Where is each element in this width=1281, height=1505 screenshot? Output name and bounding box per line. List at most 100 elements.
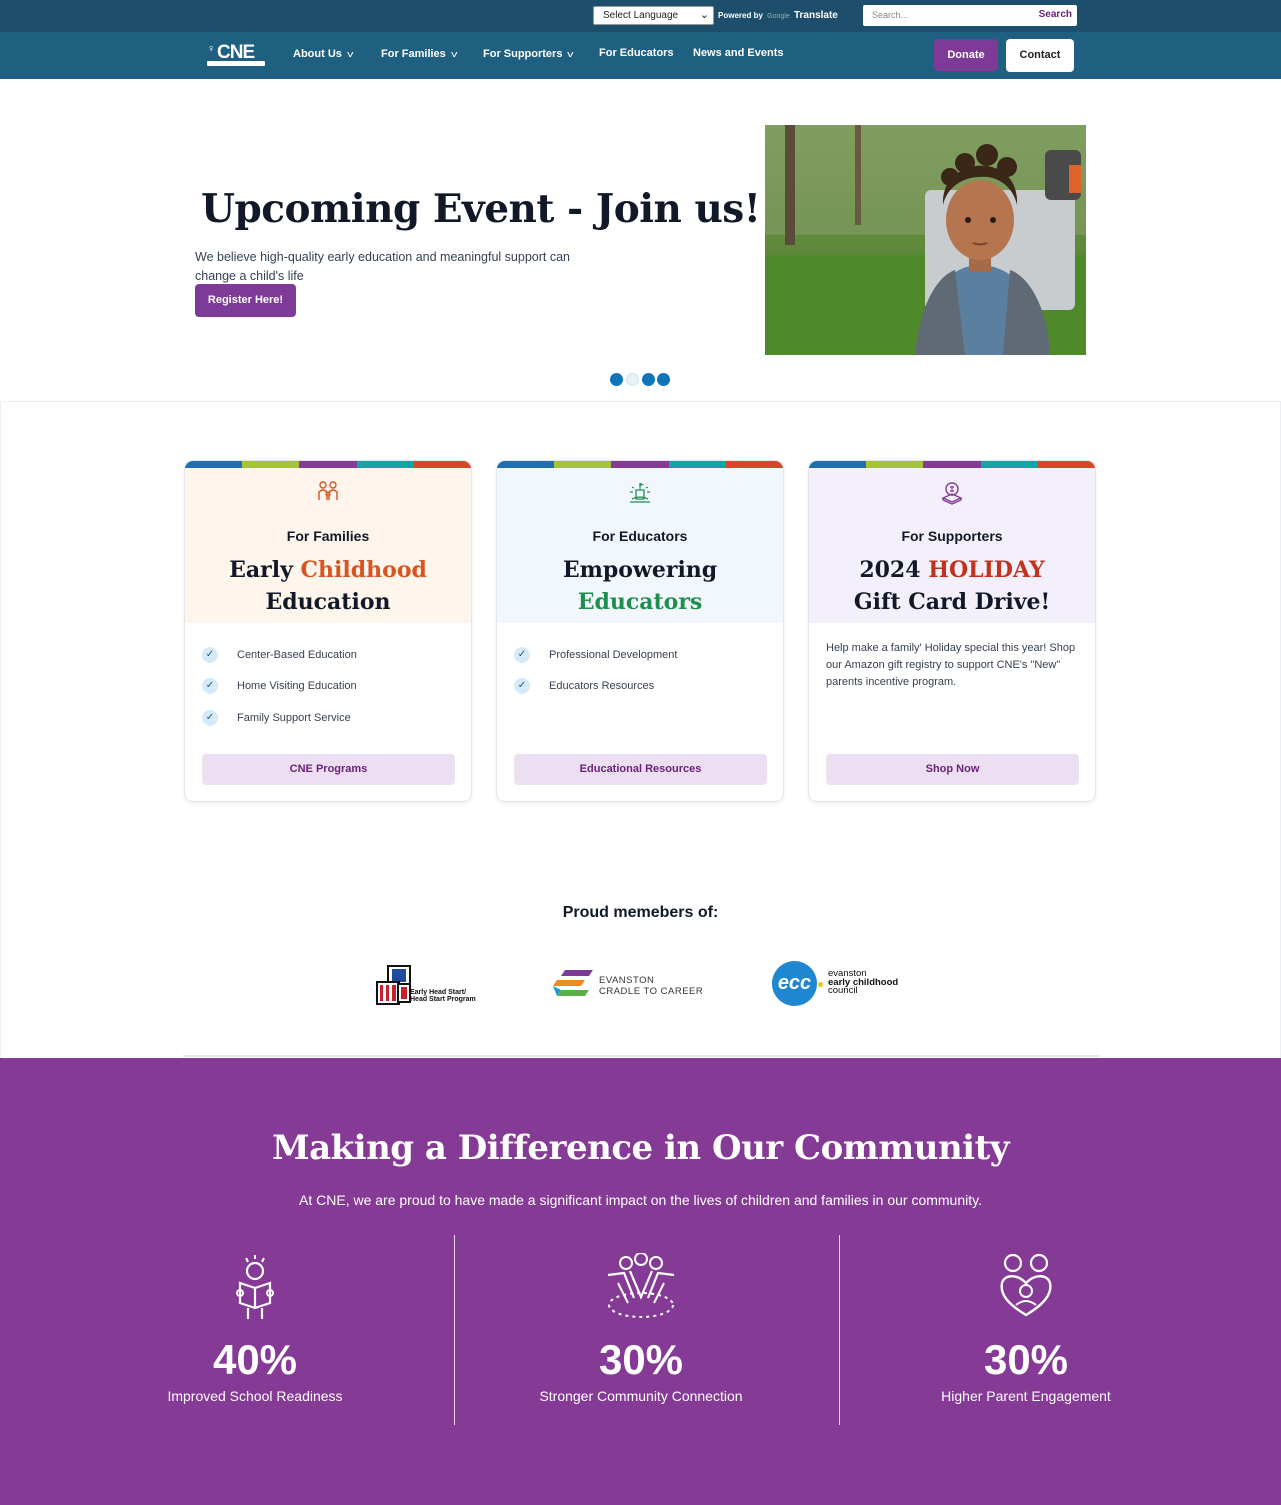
register-button[interactable]: Register Here!: [195, 284, 296, 317]
hero-photo: [765, 125, 1086, 355]
card-for-supporters: For Supporters 2024 HOLIDAY Gift Card Dr…: [808, 460, 1096, 802]
list-item[interactable]: ✓ Professional Development: [514, 639, 677, 671]
headline-part: Gift Card Drive!: [853, 589, 1051, 615]
card-header: For Supporters 2024 HOLIDAY Gift Card Dr…: [809, 468, 1095, 623]
ecc-circle-icon: ecc: [772, 961, 817, 1006]
main-nav: ♀ CNE About Us v For Families v For Suppor…: [0, 32, 1281, 79]
ecc-text: evanston early childhood council: [828, 969, 898, 996]
hero-text: We believe high-quality early education …: [195, 250, 571, 283]
head-start-line1: Early Head Start/: [410, 989, 467, 996]
stat-value: 30%: [598, 1336, 684, 1383]
nav-for-families[interactable]: For Families v: [381, 48, 458, 60]
list-item[interactable]: ✓ Educators Resources: [514, 671, 677, 703]
language-select[interactable]: Select Language ⌄: [593, 6, 714, 25]
child-reading-icon: [236, 1255, 274, 1319]
headline-part: Early: [229, 557, 301, 583]
cne-programs-button[interactable]: CNE Programs: [202, 754, 455, 785]
card-kicker: For Supporters: [901, 528, 1003, 544]
ecc-dot: [818, 982, 823, 987]
family-icon: [318, 481, 338, 500]
check-icon: ✓: [514, 678, 530, 695]
head-start-text: Early Head Start/ Head Start Program: [410, 989, 476, 1003]
stat-label: Improved School Readiness: [167, 1388, 343, 1404]
evanston-ecc-logo[interactable]: ecc evanston early childhood council: [772, 961, 912, 1007]
impact-title: Making a Difference in Our Community: [271, 1128, 1010, 1168]
carousel-dot-1[interactable]: [610, 373, 623, 386]
headline-part: 2024: [859, 557, 929, 583]
card-for-educators: For Educators Empowering Educators ✓ Prof…: [496, 460, 784, 802]
check-icon: ✓: [202, 709, 218, 726]
nav-news-events[interactable]: News and Events: [693, 47, 783, 59]
nav-about-us[interactable]: About Us v: [293, 48, 353, 60]
donate-button[interactable]: Donate: [934, 39, 998, 71]
headline-accent: Educators: [577, 589, 703, 615]
card-description: Help make a family' Holiday special this…: [826, 642, 1076, 688]
community-hands-icon: [607, 1252, 675, 1318]
language-select-label: Select Language: [603, 10, 679, 21]
members-title: Proud memebers of:: [562, 904, 719, 921]
cne-logo[interactable]: ♀ CNE: [207, 42, 265, 68]
stat-school-readiness: 40% Improved School Readiness: [105, 1253, 405, 1404]
color-stripe: [497, 461, 783, 468]
stat-value: 40%: [212, 1336, 298, 1383]
stat-divider: [454, 1235, 455, 1425]
nav-for-supporters-label: For Supporters: [483, 48, 563, 60]
contact-button[interactable]: Contact: [1006, 39, 1074, 72]
carousel-dot-2[interactable]: [626, 373, 639, 386]
google-wordmark: Google: [767, 13, 790, 20]
headline-part: Education: [265, 589, 391, 615]
headline-accent: Childhood: [300, 557, 427, 583]
cradle-line1: EVANSTON: [599, 975, 655, 986]
headline-accent: HOLIDAY: [928, 557, 1045, 583]
list-item[interactable]: ✓ Family Support Service: [202, 702, 357, 734]
powered-by-text: Powered by: [718, 11, 763, 20]
search-button[interactable]: Search: [1039, 9, 1072, 20]
color-stripe: [185, 461, 471, 468]
card-for-families: For Families Early Childhood Education ✓…: [184, 460, 472, 802]
stat-label: Stronger Community Connection: [539, 1388, 743, 1404]
evanston-cradle-text: EVANSTON CRADLE TO CAREER: [599, 975, 703, 997]
list-item[interactable]: ✓ Center-Based Education: [202, 639, 357, 671]
google-translate-credit[interactable]: Powered by Google Translate: [718, 10, 838, 21]
evanston-cradle-logo[interactable]: EVANSTON CRADLE TO CAREER: [551, 966, 706, 1004]
stat-divider: [839, 1235, 840, 1425]
logo-tagline-bar: [207, 61, 265, 66]
search-input[interactable]: Search... Search: [863, 5, 1077, 26]
check-icon: ✓: [202, 646, 218, 663]
list-item-label: Center-Based Education: [237, 648, 357, 661]
nav-about-us-label: About Us: [293, 48, 342, 60]
stat-value: 30%: [983, 1336, 1069, 1383]
card-headline: Empowering Educators: [497, 554, 783, 618]
nav-for-educators[interactable]: For Educators: [599, 47, 674, 59]
list-item-label: Home Visiting Education: [237, 680, 357, 693]
search-placeholder: Search...: [872, 10, 909, 20]
cradle-stripes-icon: [553, 970, 593, 996]
card-kicker: For Families: [286, 528, 370, 544]
child-photo-illustration: [765, 125, 1086, 355]
list-item[interactable]: ✓ Home Visiting Education: [202, 671, 357, 703]
stat-community-connection: 30% Stronger Community Connection: [491, 1252, 791, 1404]
head-start-logo[interactable]: Early Head Start/ Head Start Program: [376, 964, 486, 1008]
head-start-line2: Head Start Program: [410, 996, 476, 1003]
chevron-down-icon: v: [567, 49, 574, 59]
ecc-line3: council: [828, 985, 858, 996]
logo-figure-icon: ♀: [207, 43, 216, 55]
shop-now-button[interactable]: Shop Now: [826, 754, 1079, 785]
check-icon: ✓: [202, 678, 218, 695]
carousel-dot-4[interactable]: [657, 373, 670, 386]
translate-text: Translate: [793, 10, 838, 21]
donation-icon: [941, 482, 963, 505]
nav-news-events-label: News and Events: [693, 47, 784, 59]
carousel-dot-3[interactable]: [642, 373, 655, 386]
educational-resources-button[interactable]: Educational Resources: [514, 754, 767, 785]
nav-for-educators-label: For Educators: [599, 47, 674, 59]
headline-part: Empowering: [562, 557, 718, 583]
nav-for-families-label: For Families: [381, 48, 446, 60]
card-list: ✓ Professional Development ✓ Educators Res…: [514, 639, 677, 702]
impact-section: Making a Difference in Our Community At …: [0, 1058, 1281, 1505]
chevron-down-icon: ⌄: [699, 9, 709, 21]
card-headline: Early Childhood Education: [185, 554, 471, 618]
chevron-down-icon: v: [450, 49, 458, 59]
nav-for-supporters[interactable]: For Supporters v: [483, 48, 574, 60]
check-icon: ✓: [514, 646, 530, 663]
